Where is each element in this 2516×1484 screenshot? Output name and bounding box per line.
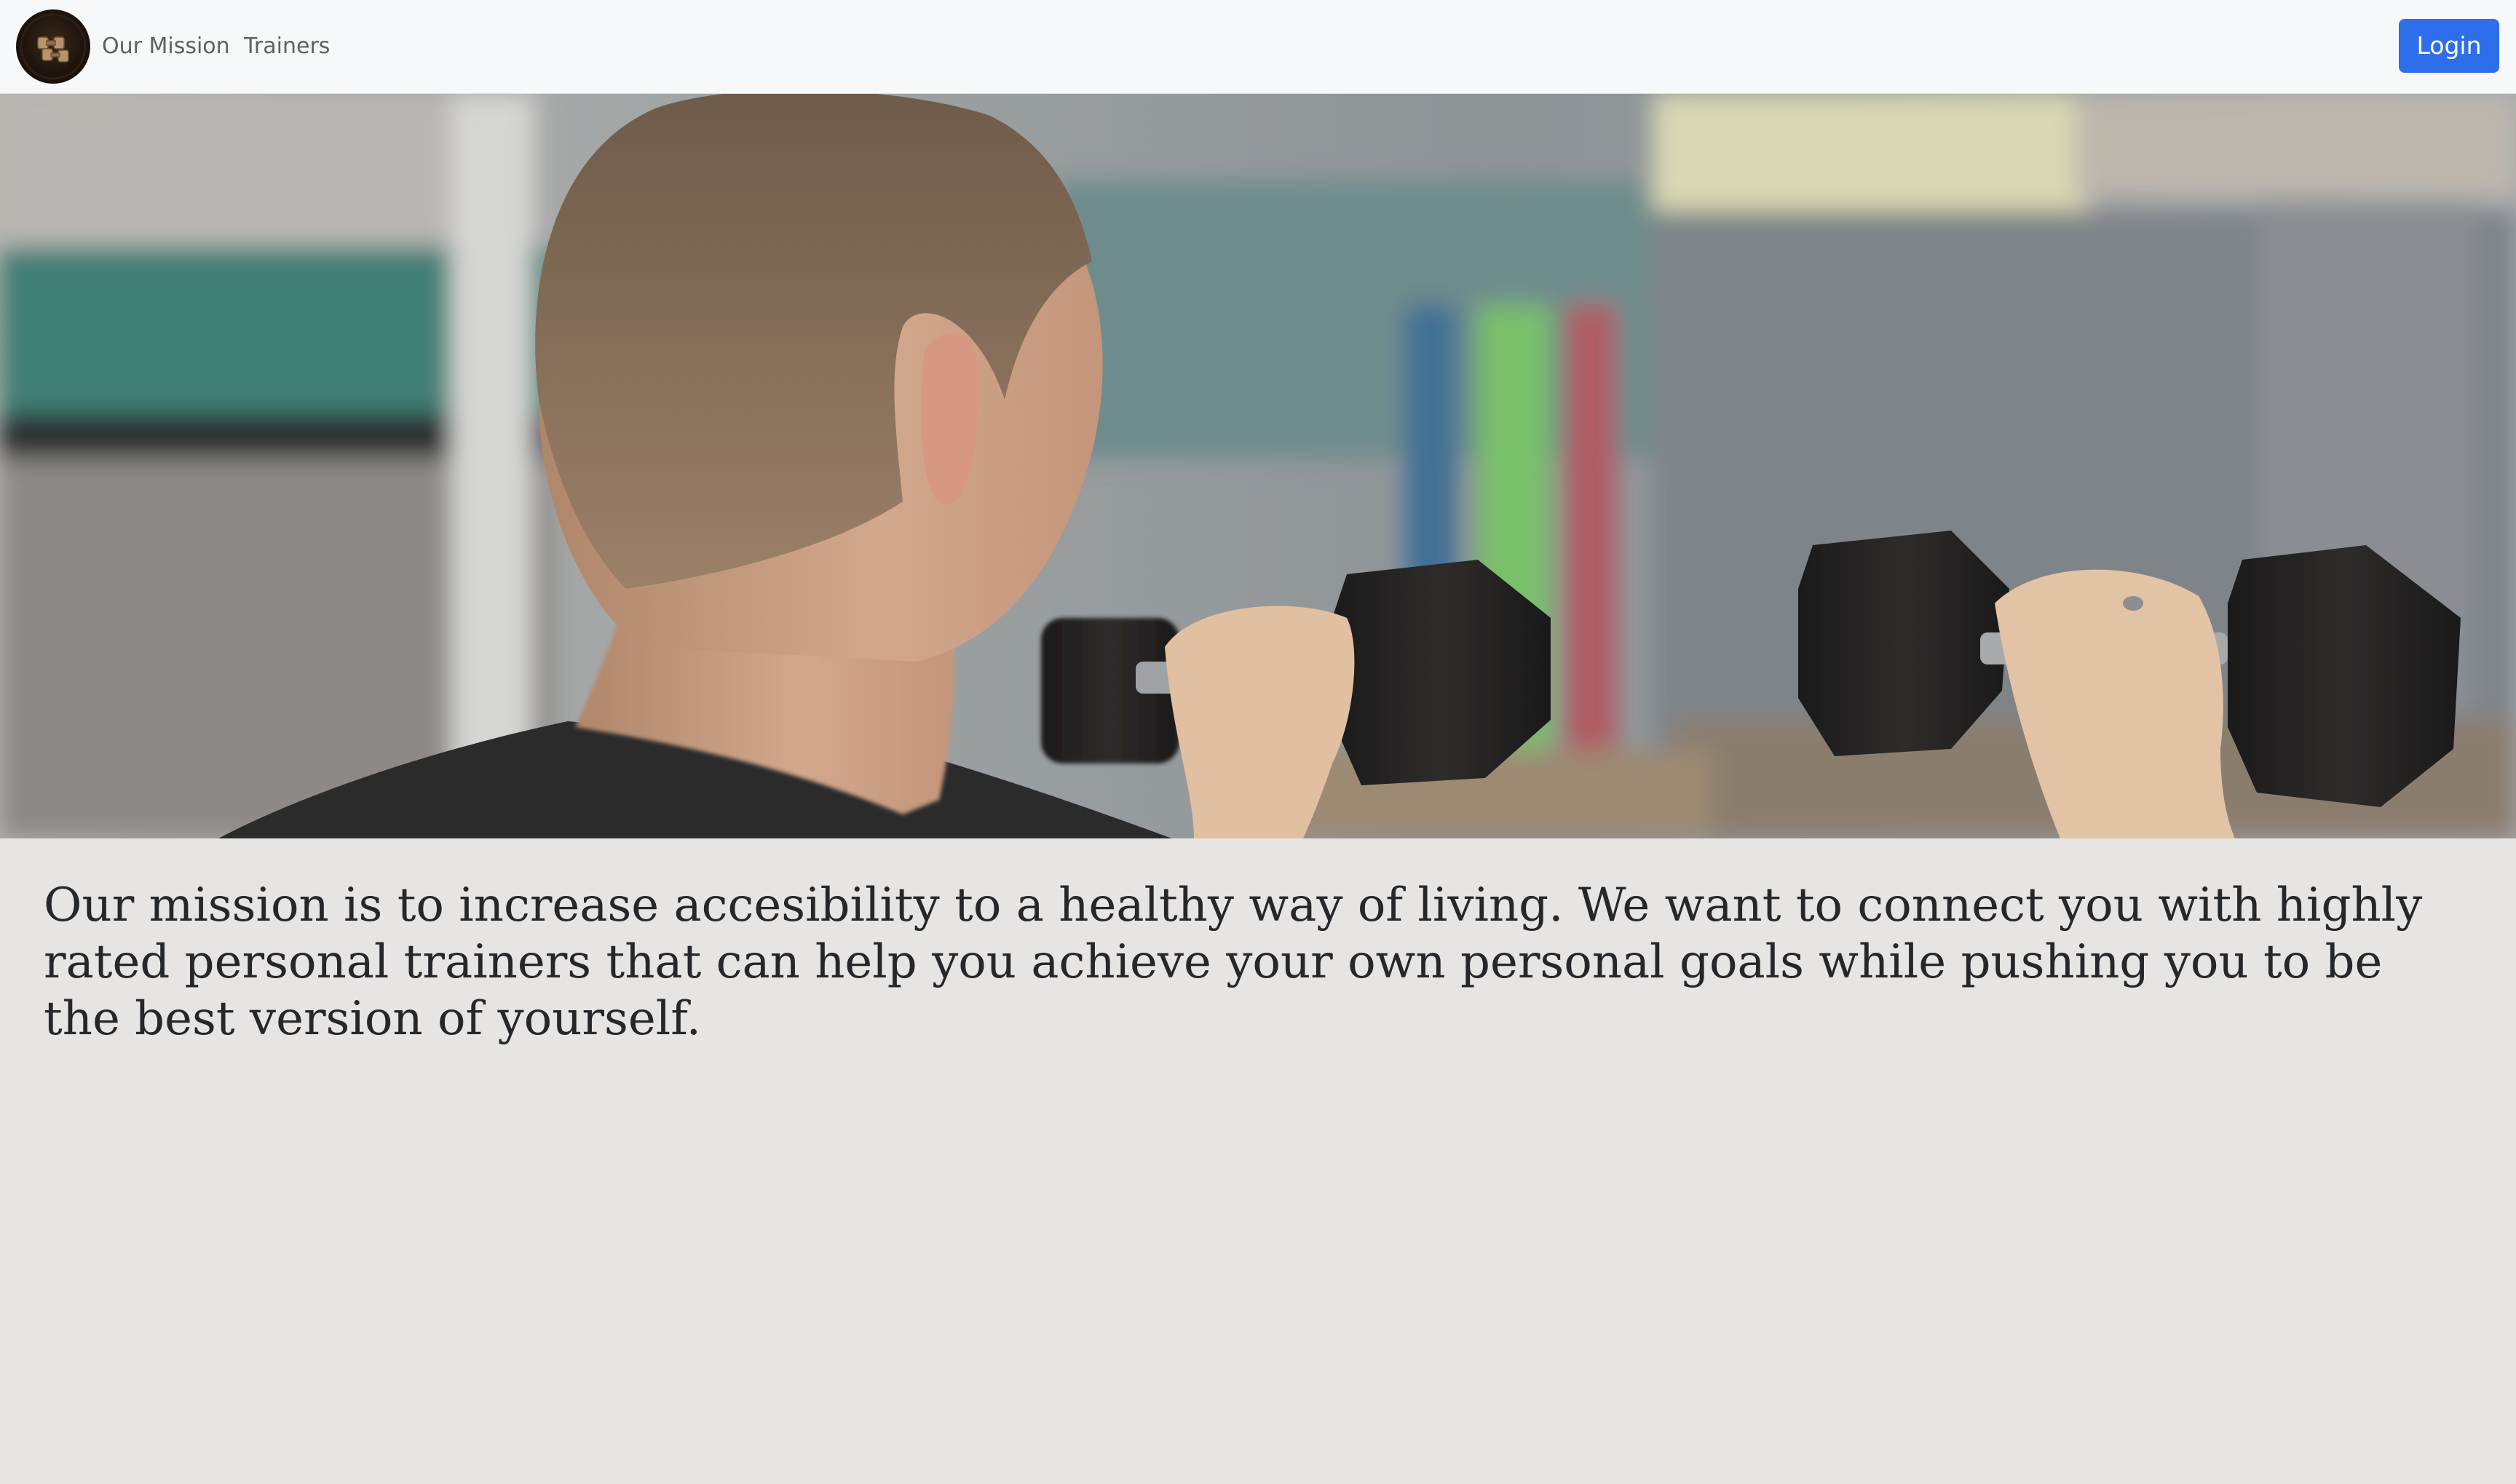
login-button[interactable]: Login: [2399, 19, 2499, 73]
dumbbell-logo-icon[interactable]: [16, 9, 90, 84]
nav-link-our-mission[interactable]: Our Mission: [102, 32, 230, 61]
mission-statement: Our mission is to increase accesibility …: [44, 878, 2423, 1046]
top-navbar: Our Mission Trainers Login: [0, 0, 2516, 94]
hero-image: [0, 94, 2516, 838]
nav-link-trainers[interactable]: Trainers: [244, 32, 330, 61]
